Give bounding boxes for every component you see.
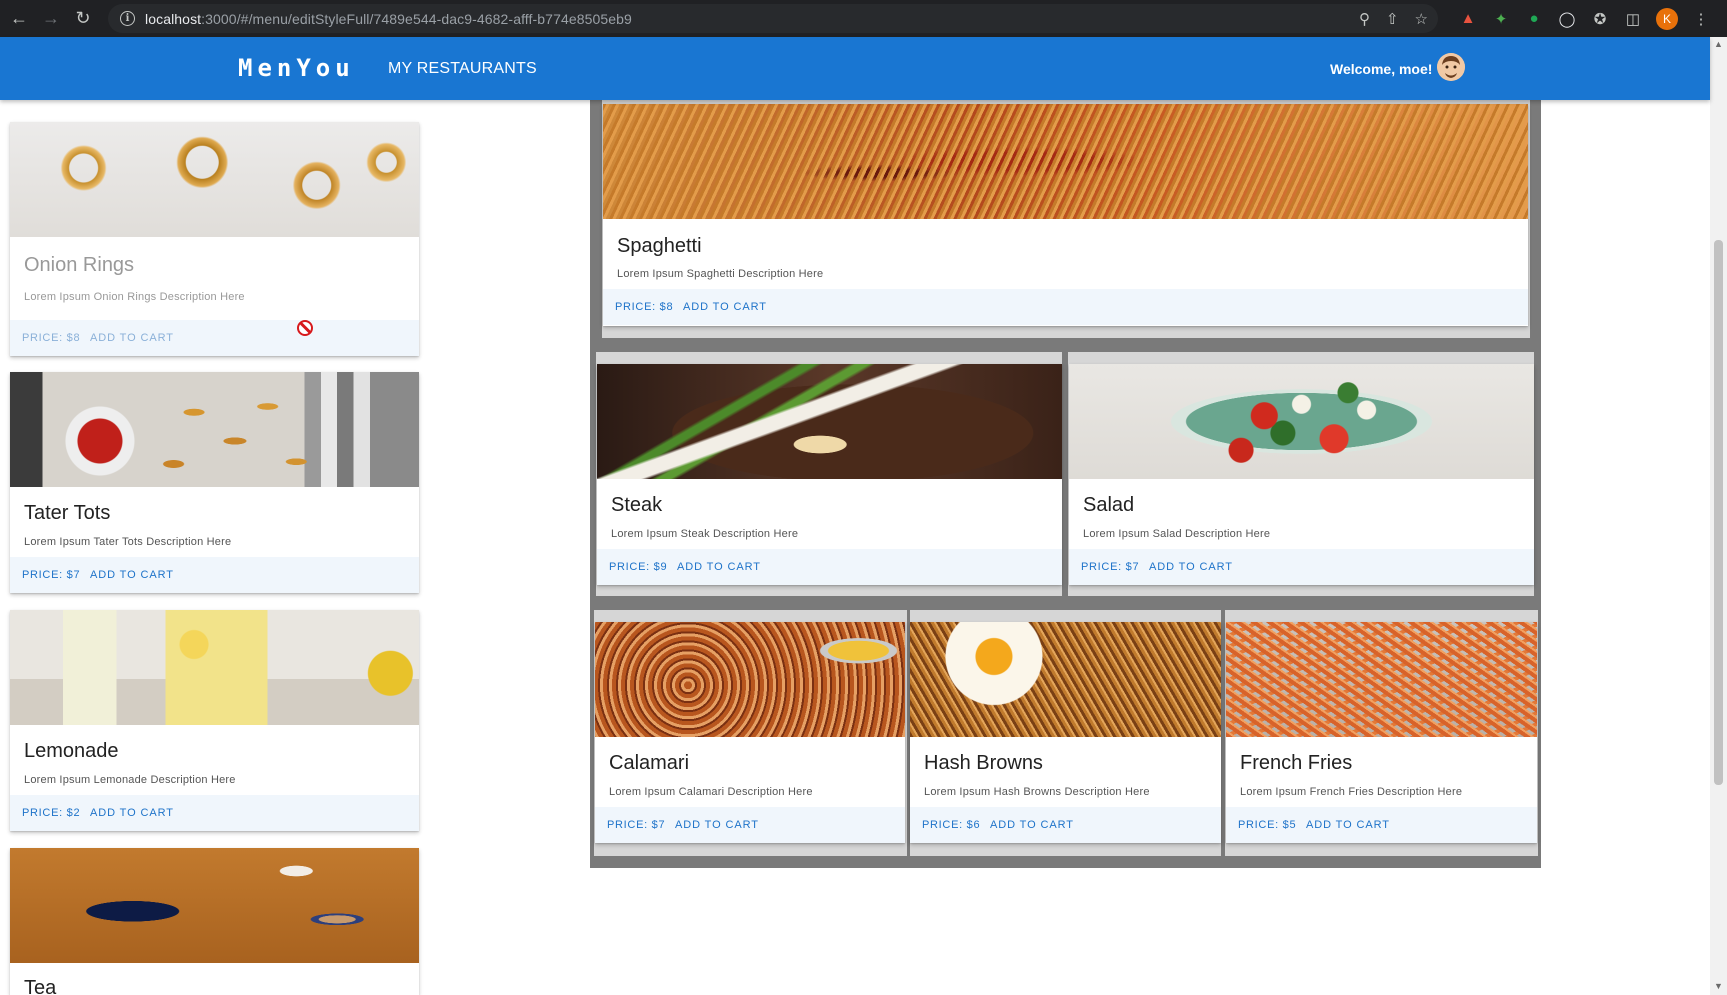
- card-title: Spaghetti: [617, 235, 702, 257]
- layout-card-steak[interactable]: Steak Lorem Ipsum Steak Description Here…: [597, 364, 1062, 585]
- scroll-up-icon[interactable]: ▲: [1714, 39, 1723, 49]
- price-button[interactable]: PRICE: $2: [22, 807, 80, 819]
- zoom-icon[interactable]: ⚲: [1359, 10, 1370, 28]
- add-to-cart-button[interactable]: ADD TO CART: [90, 332, 174, 344]
- card-title: Salad: [1083, 494, 1135, 516]
- card-description: Lorem Ipsum French Fries Description Her…: [1240, 786, 1463, 798]
- card-title: Lemonade: [24, 740, 119, 762]
- reload-icon[interactable]: ↻: [70, 6, 96, 32]
- layout-card-hash-browns[interactable]: Hash Browns Lorem Ipsum Hash Browns Desc…: [910, 622, 1221, 843]
- price-button[interactable]: PRICE: $7: [22, 569, 80, 581]
- price-button[interactable]: PRICE: $7: [1081, 561, 1139, 573]
- extension-icon-2[interactable]: ✦: [1491, 9, 1511, 29]
- card-actions: PRICE: $8 ADD TO CART: [603, 289, 1528, 325]
- not-allowed-cursor-icon: [297, 320, 313, 336]
- card-actions: PRICE: $7 ADD TO CART: [1069, 549, 1534, 585]
- price-button[interactable]: PRICE: $5: [1238, 819, 1296, 831]
- welcome-text: Welcome, moe!: [1330, 61, 1433, 77]
- card-title: Tater Tots: [24, 502, 111, 524]
- sidebar-card-lemonade[interactable]: Lemonade Lorem Ipsum Lemonade Descriptio…: [10, 610, 419, 831]
- layout-card-spaghetti[interactable]: Spaghetti Lorem Ipsum Spaghetti Descript…: [603, 104, 1528, 326]
- card-actions: PRICE: $8 ADD TO CART: [10, 320, 419, 356]
- scrollbar-thumb[interactable]: [1714, 240, 1723, 785]
- add-to-cart-button[interactable]: ADD TO CART: [675, 819, 759, 831]
- info-icon[interactable]: i: [120, 11, 135, 26]
- share-icon[interactable]: ⇧: [1386, 10, 1399, 28]
- tea-image: [10, 848, 419, 963]
- card-description: Lorem Ipsum Onion Rings Description Here: [24, 291, 245, 303]
- sidebar-card-tater-tots[interactable]: Tater Tots Lorem Ipsum Tater Tots Descri…: [10, 372, 419, 593]
- extension-icon-3[interactable]: ●: [1524, 9, 1544, 29]
- price-button[interactable]: PRICE: $8: [615, 301, 673, 313]
- salad-image: [1069, 364, 1534, 479]
- price-button[interactable]: PRICE: $8: [22, 332, 80, 344]
- forward-arrow-icon[interactable]: →: [38, 6, 64, 32]
- add-to-cart-button[interactable]: ADD TO CART: [1149, 561, 1233, 573]
- scroll-down-icon[interactable]: ▼: [1714, 981, 1723, 991]
- my-restaurants-link[interactable]: MY RESTAURANTS: [388, 60, 537, 78]
- card-actions: PRICE: $6 ADD TO CART: [910, 807, 1221, 843]
- profile-avatar[interactable]: K: [1656, 7, 1678, 30]
- french-fries-image: [1226, 622, 1537, 737]
- spaghetti-image: [603, 104, 1528, 219]
- layout-card-salad[interactable]: Salad Lorem Ipsum Salad Description Here…: [1069, 364, 1534, 585]
- card-title: Hash Browns: [924, 752, 1043, 774]
- sidebar-card-onion-rings[interactable]: Onion Rings Lorem Ipsum Onion Rings Desc…: [10, 122, 419, 356]
- url-text[interactable]: localhost:3000/#/menu/editStyleFull/7489…: [145, 11, 632, 27]
- price-button[interactable]: PRICE: $9: [609, 561, 667, 573]
- card-actions: PRICE: $7 ADD TO CART: [595, 807, 905, 843]
- card-actions: PRICE: $7 ADD TO CART: [10, 557, 419, 593]
- user-avatar[interactable]: [1437, 53, 1465, 81]
- page-scrollbar[interactable]: ▲ ▼: [1710, 37, 1727, 995]
- card-description: Lorem Ipsum Steak Description Here: [611, 528, 799, 540]
- steak-image: [597, 364, 1062, 479]
- card-description: Lorem Ipsum Spaghetti Description Here: [617, 268, 824, 280]
- back-arrow-icon[interactable]: ←: [6, 6, 32, 32]
- add-to-cart-button[interactable]: ADD TO CART: [90, 569, 174, 581]
- onion-rings-image: [10, 122, 419, 237]
- puzzle-icon[interactable]: ✪: [1590, 9, 1610, 29]
- layout-card-calamari[interactable]: Calamari Lorem Ipsum Calamari Descriptio…: [595, 622, 905, 843]
- layout-card-french-fries[interactable]: French Fries Lorem Ipsum French Fries De…: [1226, 622, 1537, 843]
- card-title: Calamari: [609, 752, 690, 774]
- calamari-image: [595, 622, 905, 737]
- add-to-cart-button[interactable]: ADD TO CART: [677, 561, 761, 573]
- add-to-cart-button[interactable]: ADD TO CART: [1306, 819, 1390, 831]
- kebab-menu-icon[interactable]: ⋮: [1691, 9, 1711, 29]
- card-actions: PRICE: $5 ADD TO CART: [1226, 807, 1537, 843]
- lemonade-image: [10, 610, 419, 725]
- app-logo[interactable]: MenYou: [238, 54, 355, 82]
- sidebar-card-tea[interactable]: Tea: [10, 848, 419, 995]
- card-description: Lorem Ipsum Lemonade Description Here: [24, 774, 236, 786]
- card-title: Tea: [24, 977, 57, 995]
- sidepanel-icon[interactable]: ◫: [1623, 9, 1643, 29]
- tater-tots-image: [10, 372, 419, 487]
- app-bar: MenYou MY RESTAURANTS Welcome, moe!: [0, 37, 1710, 100]
- card-description: Lorem Ipsum Salad Description Here: [1083, 528, 1271, 540]
- card-description: Lorem Ipsum Hash Browns Description Here: [924, 786, 1150, 798]
- extension-icon-1[interactable]: ▲: [1458, 9, 1478, 29]
- price-button[interactable]: PRICE: $6: [922, 819, 980, 831]
- browser-toolbar: ← → ↻ i localhost:3000/#/menu/editStyleF…: [0, 0, 1727, 37]
- card-title: Onion Rings: [24, 254, 135, 276]
- add-to-cart-button[interactable]: ADD TO CART: [90, 807, 174, 819]
- star-icon[interactable]: ☆: [1415, 10, 1428, 28]
- card-description: Lorem Ipsum Tater Tots Description Here: [24, 536, 232, 548]
- address-bar[interactable]: i localhost:3000/#/menu/editStyleFull/74…: [108, 4, 1438, 33]
- card-title: French Fries: [1240, 752, 1353, 774]
- add-to-cart-button[interactable]: ADD TO CART: [990, 819, 1074, 831]
- price-button[interactable]: PRICE: $7: [607, 819, 665, 831]
- card-actions: PRICE: $2 ADD TO CART: [10, 795, 419, 831]
- extension-icon-4[interactable]: ◯: [1557, 9, 1577, 29]
- add-to-cart-button[interactable]: ADD TO CART: [683, 301, 767, 313]
- card-title: Steak: [611, 494, 663, 516]
- card-actions: PRICE: $9 ADD TO CART: [597, 549, 1062, 585]
- card-description: Lorem Ipsum Calamari Description Here: [609, 786, 813, 798]
- hash-browns-image: [910, 622, 1221, 737]
